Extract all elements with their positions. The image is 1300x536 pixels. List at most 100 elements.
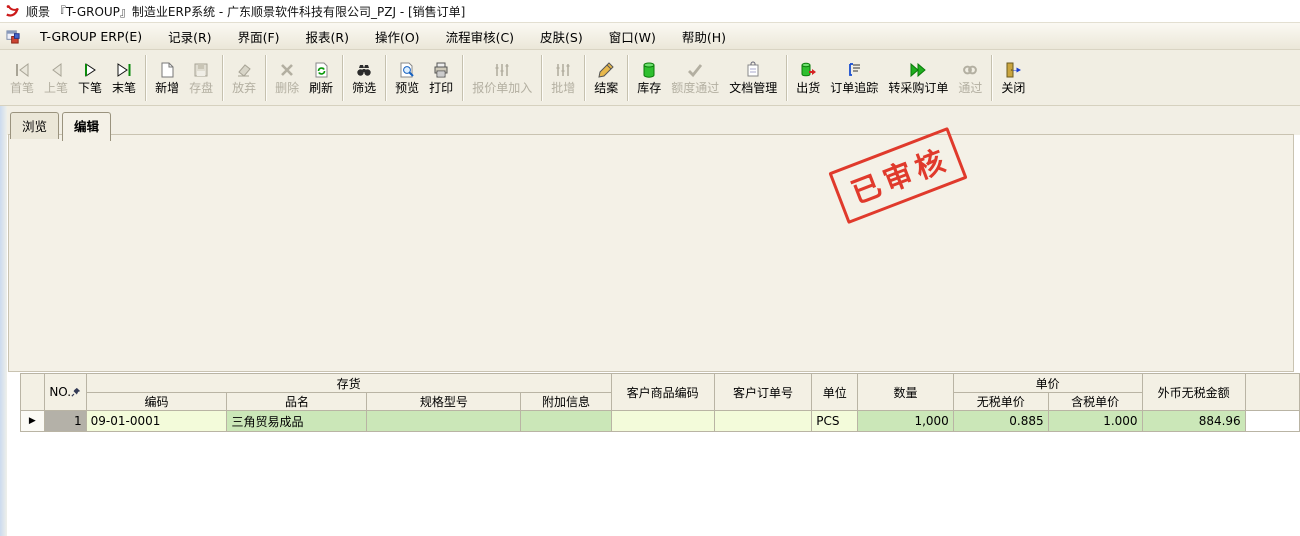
pencil-icon: [597, 61, 615, 79]
grid-code-header: 编码: [86, 393, 227, 411]
toolbar-separator: [265, 55, 266, 101]
double-arrow-icon: [909, 61, 927, 79]
menu-record[interactable]: 记录(R): [155, 22, 224, 51]
tab-edit[interactable]: 编辑: [62, 112, 111, 141]
stock-cylinder-icon: [640, 61, 658, 79]
new-button[interactable]: 新增: [150, 52, 184, 104]
row-cust-order-no-cell[interactable]: [714, 411, 812, 432]
binoculars-icon: [355, 61, 373, 79]
table-row: ▶ 1 09-01-0001 三角贸易成品 PCS 1,000 0.885 1.…: [21, 411, 1300, 432]
row-name-cell[interactable]: 三角贸易成品: [227, 411, 367, 432]
batch-add-button: 批增: [546, 52, 580, 104]
save-button: 存盘: [184, 52, 218, 104]
title-bar: 顺景 『T-GROUP』制造业ERP系统 - 广东顺景软件科技有限公司_PZJ …: [0, 0, 1300, 22]
row-price-inc-cell[interactable]: 1.000: [1048, 411, 1142, 432]
grid-extra-info-header: 附加信息: [521, 393, 611, 411]
grid-group-inventory: 存货: [86, 374, 611, 393]
nav-last-icon: [115, 61, 133, 79]
paperclip-note-icon: [744, 61, 762, 79]
toolbar-separator: [991, 55, 992, 101]
grid-fc-amount-header: 外币无税金额: [1142, 374, 1245, 411]
grid-selector-header: [21, 374, 45, 411]
pin-icon: [71, 387, 81, 397]
view-tabs: 浏览 编辑: [10, 112, 111, 139]
sliders-icon: [493, 61, 511, 79]
close-case-button[interactable]: 结案: [589, 52, 623, 104]
order-track-button[interactable]: 订单追踪: [825, 52, 883, 104]
track-list-icon: [845, 61, 863, 79]
menu-window[interactable]: 窗口(W): [596, 22, 669, 51]
toolbar-separator: [385, 55, 386, 101]
grid-spec-header: 规格型号: [367, 393, 521, 411]
grid-cust-order-no-header: 客户订单号: [714, 374, 812, 411]
row-price-ex-cell[interactable]: 0.885: [953, 411, 1048, 432]
preview-button[interactable]: 预览: [390, 52, 424, 104]
row-selector-cell[interactable]: ▶: [21, 411, 45, 432]
pass-icon: [961, 61, 979, 79]
tab-browse[interactable]: 浏览: [10, 112, 59, 139]
grid-qty-header: 数量: [858, 374, 954, 411]
toolbar-separator: [222, 55, 223, 101]
stock-button[interactable]: 库存: [632, 52, 666, 104]
row-cust-item-code-cell[interactable]: [611, 411, 714, 432]
toolbar-separator: [584, 55, 585, 101]
menu-skin[interactable]: 皮肤(S): [527, 22, 596, 51]
row-extra-cell: [1245, 411, 1299, 432]
row-fc-amount-cell[interactable]: 884.96: [1142, 411, 1245, 432]
filter-button[interactable]: 筛选: [347, 52, 381, 104]
floppy-icon: [192, 61, 210, 79]
menu-window-icon: [6, 29, 21, 44]
discard-button: 放弃: [227, 52, 261, 104]
toolbar-separator: [786, 55, 787, 101]
grid-group-unit-price: 单价: [953, 374, 1142, 393]
first-record-button: 首笔: [5, 52, 39, 104]
workspace-strip: [0, 106, 1300, 135]
eraser-icon: [235, 61, 253, 79]
doc-manage-button[interactable]: 文档管理: [724, 52, 782, 104]
toolbar-separator: [145, 55, 146, 101]
menu-report[interactable]: 报表(R): [293, 22, 362, 51]
refresh-icon: [312, 61, 330, 79]
ship-cylinder-arrow-icon: [799, 61, 817, 79]
window-title: 顺景 『T-GROUP』制造业ERP系统 - 广东顺景软件科技有限公司_PZJ …: [26, 3, 465, 20]
preview-magnifier-icon: [398, 61, 416, 79]
row-extra-info-cell[interactable]: [521, 411, 611, 432]
menu-operation[interactable]: 操作(O): [362, 22, 433, 51]
menu-bar: T-GROUP ERP(E) 记录(R) 界面(F) 报表(R) 操作(O) 流…: [0, 22, 1300, 50]
to-purchase-order-button[interactable]: 转采购订单: [883, 52, 953, 104]
grid-extra-col-header: [1245, 374, 1299, 411]
print-button[interactable]: 打印: [424, 52, 458, 104]
row-code-cell[interactable]: 09-01-0001: [86, 411, 227, 432]
exit-door-icon: [1004, 61, 1022, 79]
delete-button: 删除: [270, 52, 304, 104]
row-unit-cell[interactable]: PCS: [812, 411, 858, 432]
prev-record-button: 上笔: [39, 52, 73, 104]
toolbar-separator: [342, 55, 343, 101]
printer-icon: [432, 61, 450, 79]
order-detail-grid: NO. 存货 客户商品编码 客户订单号 单位 数量 单价 外币无税金额 编码 品…: [20, 373, 1300, 434]
app-logo-icon: [5, 3, 21, 19]
add-from-quote-button: 报价单加入: [467, 52, 537, 104]
ship-button[interactable]: 出货: [791, 52, 825, 104]
grid-name-header: 品名: [227, 393, 367, 411]
row-qty-cell[interactable]: 1,000: [858, 411, 954, 432]
next-record-button[interactable]: 下笔: [73, 52, 107, 104]
menu-flow-audit[interactable]: 流程审核(C): [433, 22, 527, 51]
new-page-icon: [158, 61, 176, 79]
check-icon: [686, 61, 704, 79]
row-spec-cell[interactable]: [367, 411, 521, 432]
row-no-cell[interactable]: 1: [44, 411, 86, 432]
toolbar-separator: [462, 55, 463, 101]
menu-tgroup-erp[interactable]: T-GROUP ERP(E): [27, 24, 155, 49]
nav-next-icon: [81, 61, 99, 79]
order-form-panel: [8, 134, 1294, 372]
refresh-button[interactable]: 刷新: [304, 52, 338, 104]
menu-interface[interactable]: 界面(F): [225, 22, 293, 51]
toolbar-separator: [541, 55, 542, 101]
close-button[interactable]: 关闭: [996, 52, 1030, 104]
last-record-button[interactable]: 末笔: [107, 52, 141, 104]
credit-pass-button: 额度通过: [666, 52, 724, 104]
menu-help[interactable]: 帮助(H): [669, 22, 739, 51]
pass-button: 通过: [953, 52, 987, 104]
nav-prev-icon: [47, 61, 65, 79]
